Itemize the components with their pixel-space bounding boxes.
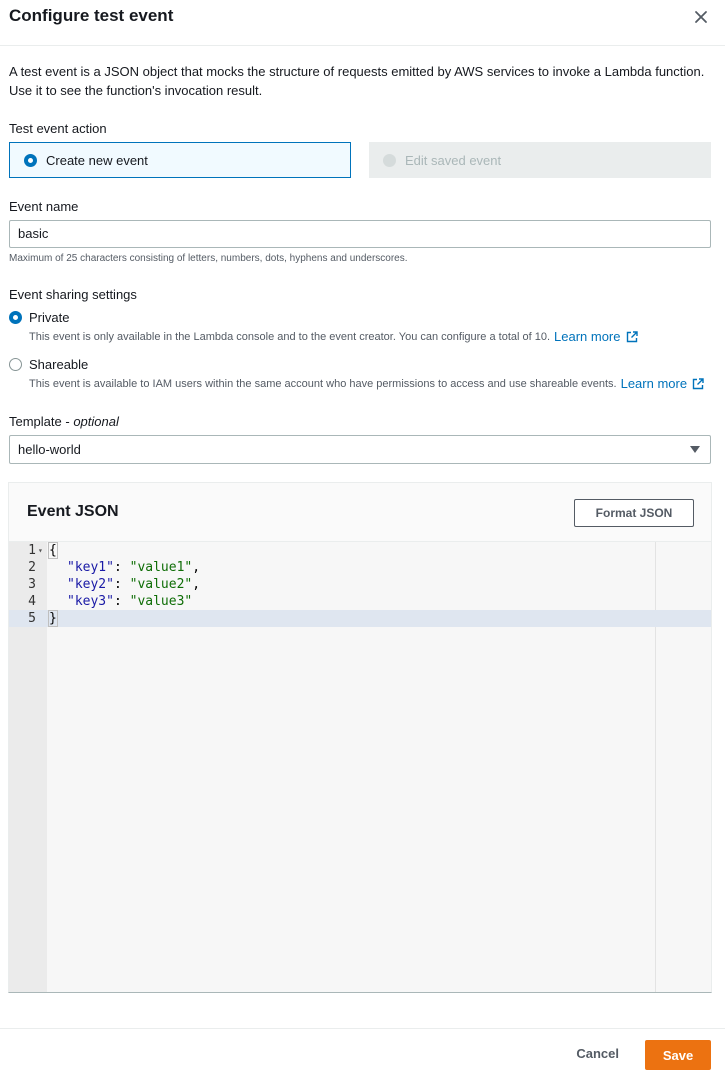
template-label: Template - optional xyxy=(9,414,119,429)
code-line: 2 "key1": "value1", xyxy=(9,559,711,576)
json-value: "value3" xyxy=(129,594,193,609)
radio-disabled-icon xyxy=(383,153,396,167)
line-number: 3 xyxy=(28,577,36,592)
configure-test-event-modal: Configure test event A test event is a J… xyxy=(0,0,725,1076)
json-sep: : xyxy=(113,594,130,609)
code-line: 5 } xyxy=(9,610,711,627)
code-text: { xyxy=(48,542,58,559)
json-value: "value1" xyxy=(129,560,193,575)
json-sep: : xyxy=(113,577,130,592)
private-label: Private xyxy=(29,310,70,325)
event-sharing-label: Event sharing settings xyxy=(9,287,137,302)
shareable-learn-more-link[interactable]: Learn more xyxy=(621,376,704,391)
modal-title: Configure test event xyxy=(9,6,174,25)
private-radio-option[interactable]: Private xyxy=(9,310,69,325)
brace: { xyxy=(48,542,58,559)
event-json-panel: Event JSON Format JSON 1 ▾ { 2 "key1": "… xyxy=(8,482,712,993)
create-new-event-label: Create new event xyxy=(46,152,148,168)
template-label-separator: - xyxy=(61,414,74,429)
code-text: "key3": "value3" xyxy=(67,593,192,610)
json-sep: : xyxy=(113,560,130,575)
json-value: "value2" xyxy=(129,577,193,592)
radio-unselected-icon[interactable] xyxy=(9,358,22,371)
learn-more-label: Learn more xyxy=(554,329,621,344)
shareable-radio-option[interactable]: Shareable xyxy=(9,357,88,372)
event-name-hint: Maximum of 25 characters consisting of l… xyxy=(9,253,408,264)
code-text: "key2": "value2", xyxy=(67,576,200,593)
line-number: 5 xyxy=(28,611,36,626)
cancel-button[interactable]: Cancel xyxy=(576,1046,619,1061)
shareable-description-text: This event is available to IAM users wit… xyxy=(29,377,617,390)
private-learn-more-link[interactable]: Learn more xyxy=(554,329,638,344)
template-label-text: Template xyxy=(9,414,62,429)
code-line: 3 "key2": "value2", xyxy=(9,576,711,593)
create-new-event-tile[interactable]: Create new event xyxy=(9,142,351,178)
private-description-text: This event is only available in the Lamb… xyxy=(29,330,551,343)
code-text: } xyxy=(48,610,58,627)
template-select-value: hello-world xyxy=(18,442,81,457)
json-key: "key3" xyxy=(67,594,114,609)
brace: } xyxy=(48,610,58,627)
modal-footer: Cancel Save xyxy=(0,1028,725,1076)
code-text: "key1": "value1", xyxy=(67,559,200,576)
shareable-description: This event is available to IAM users wit… xyxy=(29,376,704,391)
event-json-title: Event JSON xyxy=(27,503,119,520)
json-key: "key2" xyxy=(67,577,114,592)
line-number: 4 xyxy=(28,594,36,609)
template-select[interactable]: hello-world xyxy=(9,435,711,464)
test-event-action-label: Test event action xyxy=(9,121,107,136)
modal-header: Configure test event xyxy=(0,0,725,46)
learn-more-label: Learn more xyxy=(620,376,688,391)
edit-saved-event-label: Edit saved event xyxy=(405,152,502,168)
optional-tag: optional xyxy=(73,414,119,429)
code-line: 4 "key3": "value3" xyxy=(9,593,711,610)
description-text: A test event is a JSON object that mocks… xyxy=(9,64,705,98)
format-json-button[interactable]: Format JSON xyxy=(574,499,694,527)
shareable-label: Shareable xyxy=(29,357,89,372)
json-trail: , xyxy=(192,577,201,592)
line-number: 1 xyxy=(28,543,36,558)
external-link-icon xyxy=(692,377,704,389)
external-link-icon xyxy=(626,330,638,342)
close-icon[interactable] xyxy=(691,7,711,27)
edit-saved-event-tile: Edit saved event xyxy=(369,142,711,178)
private-description: This event is only available in the Lamb… xyxy=(29,329,638,344)
radio-selected-icon[interactable] xyxy=(24,153,37,167)
event-name-label: Event name xyxy=(9,199,79,214)
code-line: 1 ▾ { xyxy=(9,542,711,559)
json-trail: , xyxy=(192,560,201,575)
radio-selected-icon[interactable] xyxy=(9,311,22,324)
line-number: 2 xyxy=(28,560,36,575)
fold-arrow-icon[interactable]: ▾ xyxy=(38,542,43,559)
json-key: "key1" xyxy=(67,560,114,575)
save-button[interactable]: Save xyxy=(645,1040,711,1070)
event-json-header: Event JSON Format JSON xyxy=(9,483,711,542)
event-name-input[interactable]: basic xyxy=(9,220,711,248)
caret-down-icon xyxy=(690,446,700,453)
